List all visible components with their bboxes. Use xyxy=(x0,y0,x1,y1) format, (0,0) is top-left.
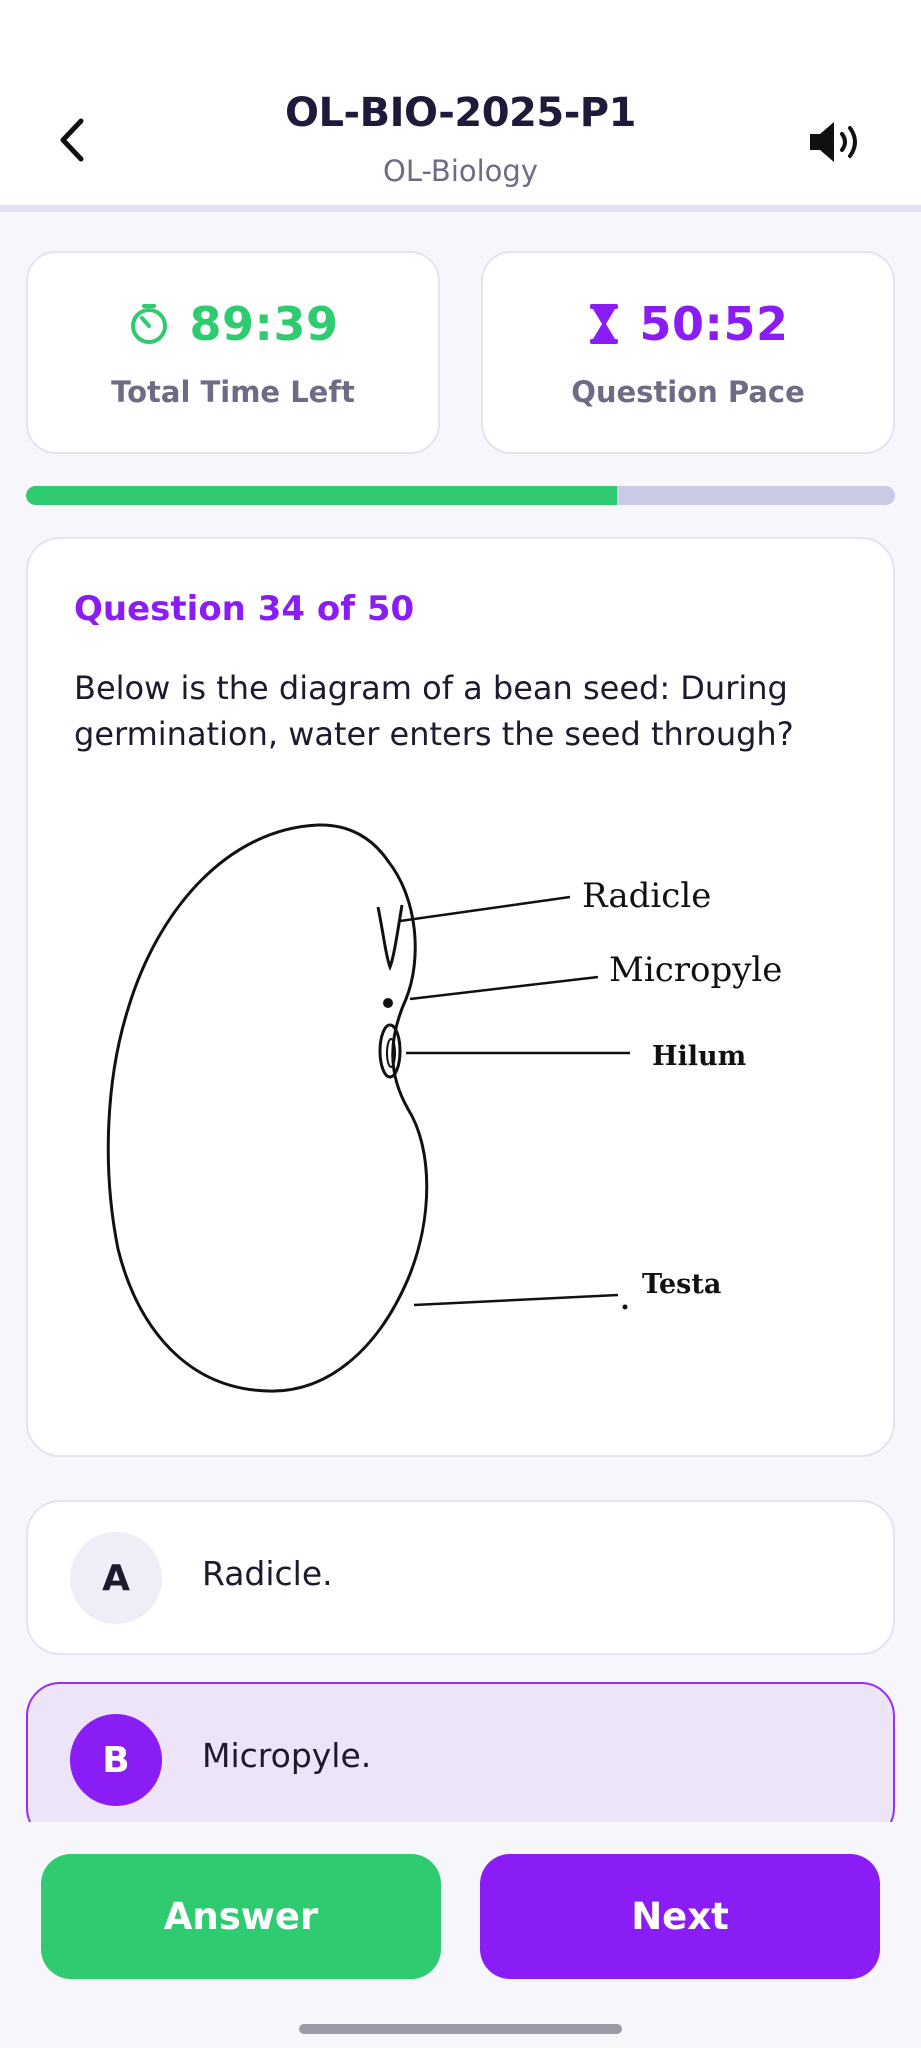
home-indicator xyxy=(299,2024,622,2034)
question-number: Question 34 of 50 xyxy=(74,589,415,629)
micropyle-dot xyxy=(383,998,393,1008)
quiz-screen: OL-BIO-2025-P1 OL-Biology 89:39 Total Ti… xyxy=(0,0,921,2048)
quiz-progress-bar xyxy=(26,486,895,505)
question-pace-label: Question Pace xyxy=(571,375,805,409)
question-pace-value: 50:52 xyxy=(639,297,789,351)
option-b-text: Micropyle. xyxy=(202,1736,372,1775)
exam-title: OL-BIO-2025-P1 xyxy=(285,90,636,136)
next-button[interactable]: Next xyxy=(480,1854,880,1979)
bottom-action-bar: Answer Next xyxy=(0,1822,921,2048)
label-hilum: Hilum xyxy=(652,1041,746,1072)
quiz-progress-fill xyxy=(26,486,617,505)
total-time-label: Total Time Left xyxy=(111,375,355,409)
hilum-shape xyxy=(378,1023,402,1079)
total-time-value: 89:39 xyxy=(189,297,339,351)
top-app-bar: OL-BIO-2025-P1 OL-Biology xyxy=(0,0,921,212)
question-pace-card: 50:52 Question Pace xyxy=(481,251,895,454)
answer-button[interactable]: Answer xyxy=(41,1854,441,1979)
option-a-text: Radicle. xyxy=(202,1554,333,1593)
sound-button[interactable] xyxy=(806,114,866,170)
exam-subject: OL-Biology xyxy=(383,154,538,188)
bean-seed-diagram: Radicle Micropyle Hilum Testa xyxy=(106,823,782,1393)
total-time-card: 89:39 Total Time Left xyxy=(26,251,440,454)
question-card: Question 34 of 50 Below is the diagram o… xyxy=(26,537,895,1457)
radicle-shape xyxy=(376,904,404,972)
stopwatch-icon xyxy=(130,304,167,344)
option-a[interactable]: A Radicle. xyxy=(26,1500,895,1655)
question-text: Below is the diagram of a bean seed: Dur… xyxy=(74,669,794,753)
speaker-icon xyxy=(810,122,857,162)
hourglass-icon xyxy=(589,304,618,344)
label-micropyle: Micropyle xyxy=(609,950,782,990)
option-b-letter: B xyxy=(70,1714,162,1806)
option-a-letter: A xyxy=(70,1532,162,1624)
label-radicle: Radicle xyxy=(582,876,711,916)
option-b[interactable]: B Micropyle. xyxy=(26,1682,895,1842)
label-testa: Testa xyxy=(642,1269,721,1300)
